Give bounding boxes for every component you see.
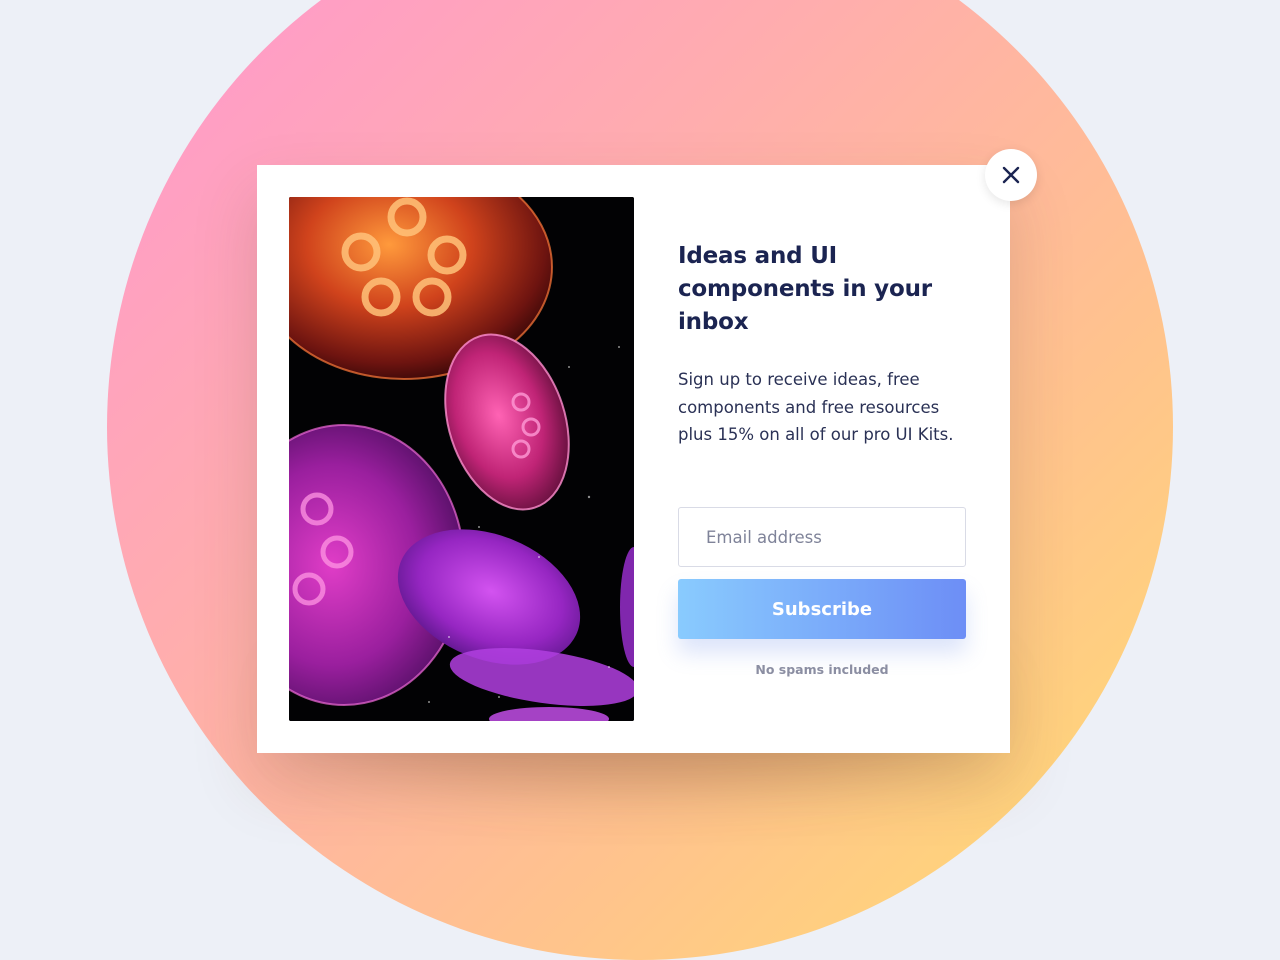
popup-content: Ideas and UI components in your inbox Si… (678, 240, 968, 449)
close-button[interactable] (985, 149, 1037, 201)
no-spam-note: No spams included (755, 662, 889, 677)
subscribe-button[interactable]: Subscribe (678, 579, 966, 639)
close-icon (1002, 166, 1020, 184)
email-input[interactable] (678, 507, 966, 567)
popup-title: Ideas and UI components in your inbox (678, 243, 932, 335)
newsletter-popup: Ideas and UI components in your inbox Si… (257, 165, 1010, 753)
jellyfish-image (289, 197, 634, 721)
popup-description: Sign up to receive ideas, free component… (678, 370, 954, 444)
